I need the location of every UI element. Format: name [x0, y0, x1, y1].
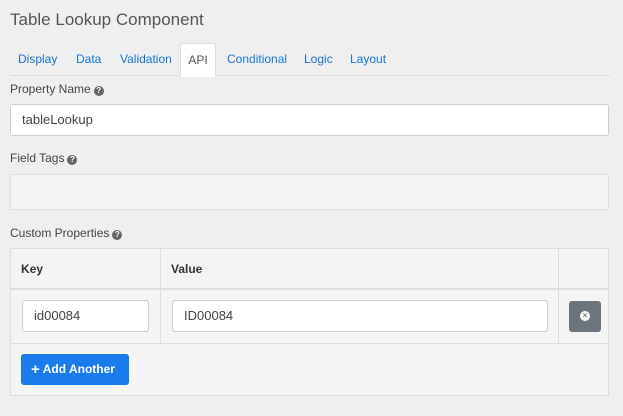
custom-properties-label: Custom Properties?: [10, 226, 123, 240]
remove-circle-icon: ×: [580, 311, 590, 321]
add-another-label: Add Another: [42, 362, 115, 376]
remove-row-button[interactable]: ×: [569, 301, 601, 332]
question-circle-icon[interactable]: ?: [93, 86, 104, 96]
component-settings-page: Table Lookup Component Display Data Vali…: [0, 0, 623, 416]
property-name-label: Property Name?: [10, 82, 104, 96]
field-tags-label: Field Tags?: [10, 151, 78, 165]
column-header-key: Key: [11, 249, 161, 290]
tab-data[interactable]: Data: [76, 43, 101, 76]
value-input[interactable]: ID00084: [172, 300, 548, 332]
question-circle-icon[interactable]: ?: [112, 230, 123, 240]
key-input[interactable]: id00084: [22, 300, 149, 332]
tab-conditional[interactable]: Conditional: [227, 43, 287, 76]
column-header-actions: [559, 249, 608, 290]
custom-properties-label-text: Custom Properties: [10, 226, 110, 240]
page-title: Table Lookup Component: [10, 10, 204, 29]
tab-logic[interactable]: Logic: [304, 43, 333, 76]
property-name-label-text: Property Name: [10, 82, 91, 96]
field-tags-label-text: Field Tags: [10, 151, 65, 165]
field-tags-input[interactable]: [10, 174, 609, 210]
add-another-button[interactable]: + Add Another: [21, 354, 129, 385]
tab-display[interactable]: Display: [18, 43, 57, 76]
column-header-value: Value: [161, 249, 559, 290]
tab-layout[interactable]: Layout: [350, 43, 386, 76]
tab-bar: Display Data Validation API Conditional …: [10, 43, 610, 77]
property-name-input[interactable]: tableLookup: [10, 104, 609, 136]
plus-icon: +: [31, 361, 40, 378]
tab-api[interactable]: API: [180, 43, 216, 77]
tab-validation[interactable]: Validation: [120, 43, 172, 76]
question-circle-icon[interactable]: ?: [67, 155, 78, 165]
custom-properties-table: Key Value id00084 ID00084 × + Add Another: [10, 248, 609, 396]
